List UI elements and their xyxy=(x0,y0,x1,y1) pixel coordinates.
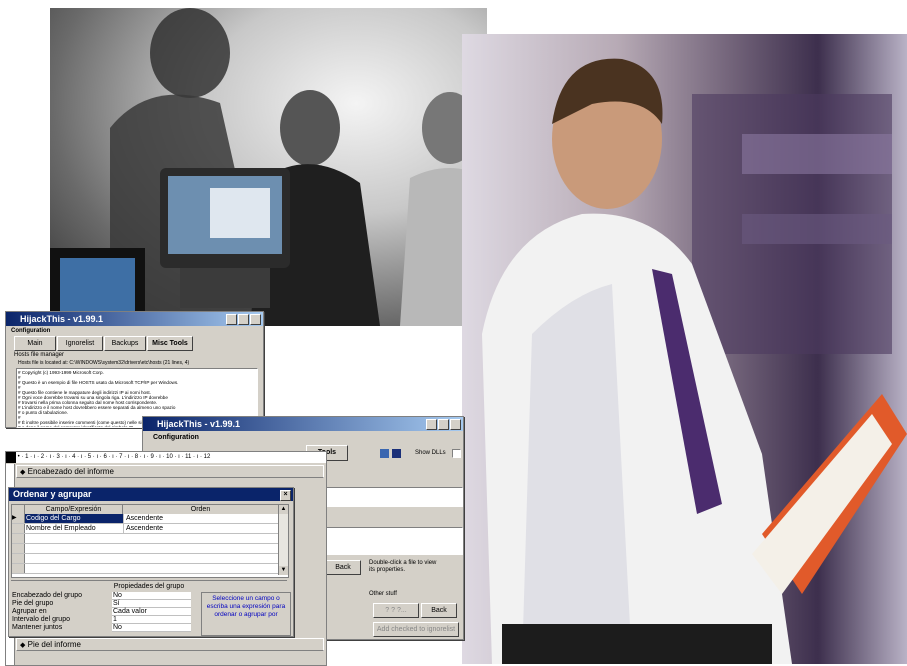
group-properties-title: Propiedades del grupo xyxy=(11,580,287,592)
window-title: HijackThis - v1.99.1 xyxy=(157,419,241,429)
disk-icon[interactable] xyxy=(392,449,401,458)
property-value[interactable]: Sí xyxy=(112,600,191,608)
minimize-button[interactable] xyxy=(426,419,437,430)
close-button[interactable]: × xyxy=(280,490,291,501)
configuration-label: Configuration xyxy=(11,328,51,334)
sort-order-cell[interactable]: Ascendente xyxy=(124,524,278,533)
property-row: Pie del grupo Sí xyxy=(11,600,191,608)
other-stuff-label: Other stuff xyxy=(369,591,397,597)
scroll-up-icon[interactable]: ▲ xyxy=(279,505,288,514)
tab-main[interactable]: Main xyxy=(14,336,56,351)
row-selector[interactable] xyxy=(12,524,25,533)
empty-row[interactable] xyxy=(12,554,278,564)
save-icon[interactable] xyxy=(380,449,389,458)
sort-row[interactable]: ▶ Codigo del Cargo Ascendente xyxy=(12,514,278,524)
sort-hint-box: Seleccione un campo o escriba una expres… xyxy=(201,592,291,636)
show-dlls-label: Show DLLs xyxy=(415,450,446,456)
row-selector[interactable] xyxy=(12,544,25,553)
window-title: HijackThis - v1.99.1 xyxy=(20,314,104,324)
dialog-title: Ordenar y agrupar xyxy=(13,489,92,499)
unlabeled-button[interactable]: ? ? ?... xyxy=(373,603,419,618)
group-properties: Encabezado del grupo No Pie del grupo Sí Agr… xyxy=(11,592,191,632)
report-footer-band[interactable]: ◆ Pie del informe xyxy=(16,638,324,651)
show-dlls-checkbox[interactable] xyxy=(452,449,461,458)
minimize-button[interactable] xyxy=(226,314,237,325)
sort-grid[interactable]: Campo/Expresión Orden ▶ Codigo del Cargo A… xyxy=(11,504,289,578)
process-listbox[interactable] xyxy=(323,487,463,507)
back-button-2[interactable]: Back xyxy=(421,603,457,618)
row-selector[interactable]: ▶ xyxy=(12,514,25,523)
property-value[interactable]: No xyxy=(112,624,191,632)
report-header-label: Encabezado del informe xyxy=(27,467,114,476)
close-button[interactable] xyxy=(450,419,461,430)
sort-order-cell[interactable]: Ascendente xyxy=(124,514,278,523)
property-label: Agrupar en xyxy=(12,608,47,615)
col-order-header: Orden xyxy=(190,506,211,513)
property-label: Pie del grupo xyxy=(12,600,54,607)
property-value[interactable]: Cada valor xyxy=(112,608,191,616)
property-row: Encabezado del grupo No xyxy=(11,592,191,600)
property-label: Encabezado del grupo xyxy=(12,592,83,599)
hijackthis-window-back: HijackThis - v1.99.1 Configuration Main … xyxy=(5,311,264,428)
sort-field-cell[interactable]: Codigo del Cargo xyxy=(25,514,124,523)
window-titlebar: HijackThis - v1.99.1 xyxy=(6,312,263,326)
tab-misc-tools[interactable]: Misc Tools xyxy=(147,336,193,351)
row-selector[interactable] xyxy=(12,554,25,563)
band-selector-icon: ◆ xyxy=(20,469,26,476)
modules-listbox[interactable] xyxy=(323,527,463,555)
office-team-photo xyxy=(50,8,487,326)
close-button[interactable] xyxy=(250,314,261,325)
sort-field-cell[interactable]: Nombre del Empleado xyxy=(25,524,124,533)
dialog-titlebar: Ordenar y agrupar × xyxy=(9,488,293,501)
col-field-header: Campo/Expresión xyxy=(25,505,123,514)
businessman-photo xyxy=(462,34,907,664)
report-header-band[interactable]: ◆ Encabezado del informe xyxy=(16,465,324,478)
sort-rows: ▶ Codigo del Cargo Ascendente Nombre del Em… xyxy=(12,514,278,574)
grid-header: Campo/Expresión Orden xyxy=(12,505,278,514)
empty-row[interactable] xyxy=(12,564,278,574)
horizontal-ruler: • · 1 · ı · 2 · ı · 3 · ı · 4 · ı · 5 · … xyxy=(6,452,326,463)
empty-row[interactable] xyxy=(12,544,278,554)
empty-row[interactable] xyxy=(12,534,278,544)
sort-hint: Seleccione un campo o escriba una expres… xyxy=(206,595,286,618)
add-to-ignorelist-button[interactable]: Add checked to ignorelist xyxy=(373,622,459,637)
ruler-ticks: • · 1 · ı · 2 · ı · 3 · ı · 4 · ı · 5 · … xyxy=(17,454,211,460)
row-selector[interactable] xyxy=(12,534,25,543)
maximize-button[interactable] xyxy=(438,419,449,430)
sort-group-dialog: Ordenar y agrupar × Campo/Expresión Orde… xyxy=(8,487,294,637)
maximize-button[interactable] xyxy=(238,314,249,325)
property-label: Intervalo del grupo xyxy=(12,616,70,623)
window-titlebar: HijackThis - v1.99.1 xyxy=(143,417,463,431)
property-row: Agrupar en Cada valor xyxy=(11,608,191,616)
double-click-hint: Double-click a file to view its properti… xyxy=(369,560,437,573)
select-report-box[interactable] xyxy=(6,452,16,463)
back-button[interactable]: Back xyxy=(325,560,361,575)
property-label: Mantener juntos xyxy=(12,624,63,631)
scroll-down-icon[interactable]: ▼ xyxy=(279,566,288,575)
row-selector[interactable] xyxy=(12,564,25,573)
property-value[interactable]: No xyxy=(112,592,191,600)
hosts-manager-label: Hosts file manager xyxy=(14,352,65,358)
property-row: Mantener juntos No xyxy=(11,624,191,632)
sort-row[interactable]: Nombre del Empleado Ascendente xyxy=(12,524,278,534)
tab-backups[interactable]: Backups xyxy=(104,336,146,351)
grid-scrollbar[interactable]: ▲ ▼ xyxy=(278,505,288,575)
hosts-path-label: Hosts file is located at: C:\WINDOWS\sys… xyxy=(18,360,190,366)
property-row: Intervalo del grupo 1 xyxy=(11,616,191,624)
property-value[interactable]: 1 xyxy=(112,616,191,624)
tab-ignorelist[interactable]: Ignorelist xyxy=(57,336,103,351)
configuration-label: Configuration xyxy=(153,434,199,441)
band-selector-icon: ◆ xyxy=(20,642,26,649)
report-footer-label: Pie del informe xyxy=(27,640,81,649)
